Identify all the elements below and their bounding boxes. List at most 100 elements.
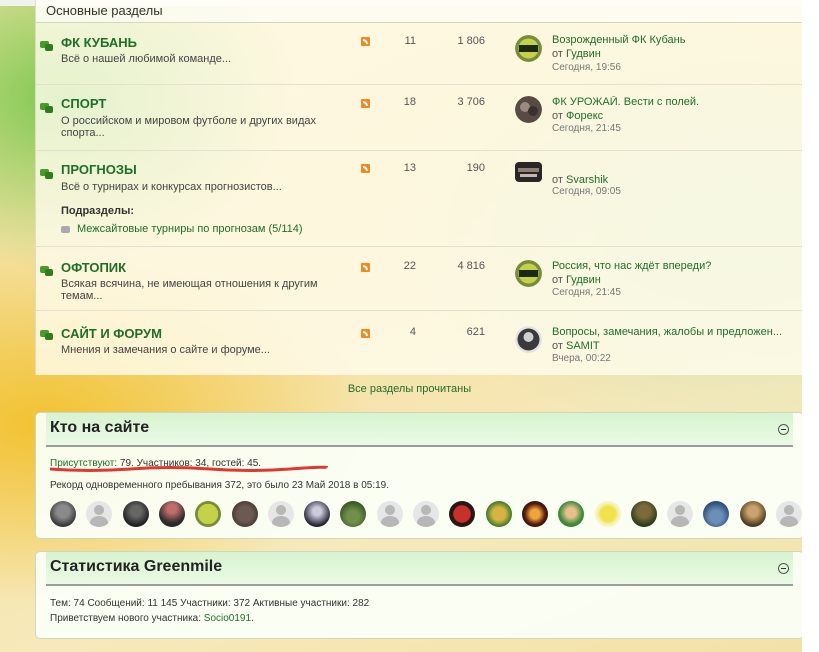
rss-icon[interactable] [361,99,370,108]
online-user-avatar[interactable] [267,501,294,527]
forum-title[interactable]: САЙТ И ФОРУМ [61,326,162,341]
last-post-author: от Svarshik [552,174,608,186]
avatar[interactable] [515,35,542,62]
post-count: 3 706 [457,96,485,108]
chat-bubbles-icon [40,41,53,51]
online-user-avatar[interactable] [521,501,548,527]
stats-line: Тем: 74 Сообщений: 11 145 Участники: 372… [50,598,370,609]
chat-bubbles-icon [40,266,53,276]
forum-description: Всё о нашей любимой команде... [61,53,232,65]
rss-icon[interactable] [361,329,370,338]
online-user-avatar[interactable] [776,501,802,527]
author-prefix: от [552,274,563,286]
box-title: Кто на сайте [50,419,150,436]
subforums-label: Подразделы: [61,205,135,217]
red-underline [50,465,328,472]
last-post-time: Сегодня, 21:45 [552,123,621,134]
topic-count: 4 [409,326,416,338]
subforum-link[interactable]: Межсайтовые турниры по прогнозам (5/114) [77,223,303,235]
online-user-avatar[interactable] [122,501,149,527]
forum-description: О российском и мировом футболе и других … [61,115,316,139]
topic-count: 18 [403,96,416,108]
forum-description: Всё о турнирах и конкурсах прогнозистов.… [61,181,282,193]
last-post-title[interactable]: Возрожденный ФК Кубань [552,34,685,46]
post-count: 4 816 [457,260,485,272]
forum-description: Мнения и замечания о сайте и форуме... [61,344,270,356]
last-post-time: Сегодня, 09:05 [552,186,621,197]
box-title: Статистика Greenmile [50,558,223,575]
box-header: Статистика Greenmile [46,552,793,586]
author-prefix: от [552,340,563,352]
online-user-avatar[interactable] [340,501,367,527]
rss-icon[interactable] [361,164,370,173]
mark-all-read-link[interactable]: Все разделы прочитаны [0,383,819,395]
newest-member-line: Приветствуем нового участника: Socio0191… [50,613,254,624]
online-user-avatar[interactable] [50,501,76,527]
last-post-title[interactable]: Россия, что нас ждёт впереди? [552,260,711,272]
collapse-icon[interactable] [778,424,789,435]
last-post-time: Вчера, 00:22 [552,353,611,364]
forum-title[interactable]: ФК КУБАНЬ [61,35,137,50]
forum-row: САЙТ И ФОРУМ Мнения и замечания о сайте … [36,310,805,375]
last-post-author: от Гудвин [552,274,601,286]
forum-list: Основные разделы ФК КУБАНЬ Всё о нашей л… [35,0,806,375]
online-user-avatar[interactable] [449,501,476,527]
avatar[interactable] [515,326,542,353]
online-user-avatar[interactable] [413,501,439,527]
last-post-author: от Гудвин [552,48,601,60]
online-user-avatar[interactable] [703,501,730,527]
author-prefix: от [552,110,563,122]
post-count: 621 [466,326,485,338]
topic-count: 13 [403,162,416,174]
online-user-avatar[interactable] [485,501,512,527]
chat-bubbles-icon [40,169,53,179]
box-header: Кто на сайте [46,413,793,447]
post-count: 1 806 [457,35,485,47]
online-user-avatar[interactable] [594,501,621,527]
rss-icon[interactable] [361,37,370,46]
topic-count: 22 [403,260,416,272]
welcome-suffix: . [251,613,254,624]
online-user-avatar[interactable] [667,501,694,527]
last-post-time: Сегодня, 21:45 [552,287,621,298]
forum-row: СПОРТ О российском и мировом футболе и д… [36,84,805,151]
forum-title[interactable]: ОФТОПИК [61,260,126,275]
forum-row: ФК КУБАНЬ Всё о нашей любимой команде...… [36,22,805,85]
online-user-avatar[interactable] [739,501,766,527]
section-header: Основные разделы [36,0,805,23]
forum-description: Всякая всячина, не имеющая отношения к д… [61,278,318,302]
author-prefix: от [552,174,563,186]
online-user-avatar[interactable] [86,501,113,527]
online-user-avatar[interactable] [376,501,403,527]
forum-row: ПРОГНОЗЫ Всё о турнирах и конкурсах прог… [36,150,805,247]
author-link[interactable]: SAMIT [566,340,600,352]
subforum-icon [61,226,70,233]
avatar[interactable] [515,162,542,182]
avatar[interactable] [515,260,542,287]
forum-title[interactable]: ПРОГНОЗЫ [61,162,137,177]
last-post-author: от SAMIT [552,340,600,352]
section-title: Основные разделы [46,3,163,18]
online-user-avatar[interactable] [304,501,331,527]
chat-bubbles-icon [40,103,53,113]
author-link[interactable]: Форекс [566,110,603,122]
rss-icon[interactable] [361,263,370,272]
welcome-text: Приветствуем нового участника: [50,613,204,624]
author-link[interactable]: Svarshik [566,174,608,186]
online-user-avatar[interactable] [158,501,185,527]
topic-count: 11 [404,35,416,47]
last-post-title[interactable]: ФК УРОЖАЙ. Вести с полей. [552,96,699,108]
online-user-avatar[interactable] [231,501,258,527]
last-post-author: от Форекс [552,110,603,122]
author-link[interactable]: Гудвин [566,274,601,286]
author-link[interactable]: Гудвин [566,48,601,60]
last-post-title[interactable]: Вопросы, замечания, жалобы и предложен..… [552,326,782,338]
forum-title[interactable]: СПОРТ [61,96,106,111]
collapse-icon[interactable] [778,563,789,574]
online-user-avatar[interactable] [630,501,657,527]
online-avatars [50,501,802,529]
online-user-avatar[interactable] [558,501,585,527]
avatar[interactable] [515,96,542,123]
newest-member-link[interactable]: Socio0191 [204,613,251,624]
online-user-avatar[interactable] [195,501,222,527]
